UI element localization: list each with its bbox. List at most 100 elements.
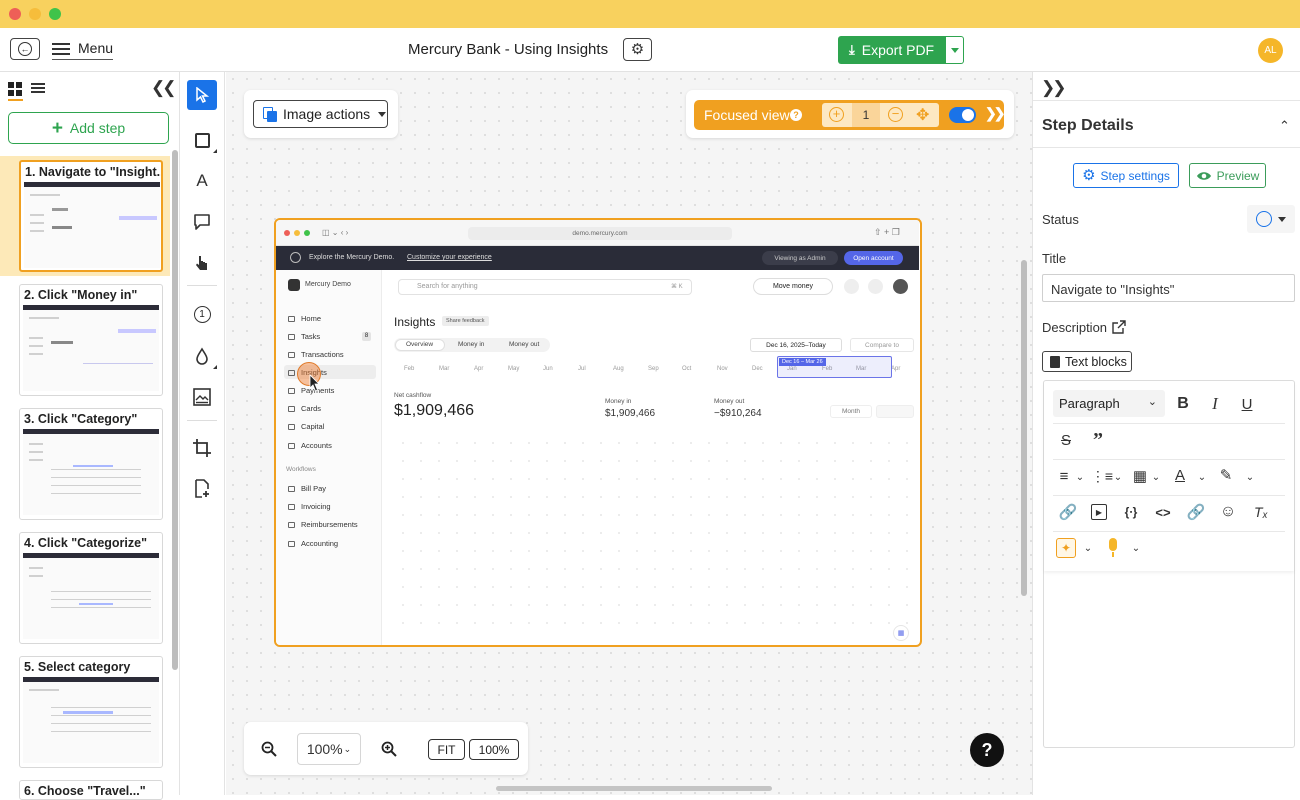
external-link-icon[interactable]: [1112, 320, 1126, 334]
date-range-picker[interactable]: Dec 16, 2025–Today: [750, 338, 842, 352]
description-text-area[interactable]: [1044, 571, 1294, 747]
step-card[interactable]: 3. Click "Category": [19, 408, 163, 520]
step-card[interactable]: 2. Click "Money in": [19, 284, 163, 396]
zoom-out-icon[interactable]: [261, 741, 277, 757]
help-button[interactable]: ?: [970, 733, 1004, 767]
underline-icon[interactable]: U: [1235, 392, 1259, 416]
step-card[interactable]: 5. Select category: [19, 656, 163, 768]
callout-tool-button[interactable]: [187, 207, 217, 237]
list-view-toggle[interactable]: [31, 83, 45, 94]
step-link-icon[interactable]: 🔗: [1184, 500, 1208, 524]
crop-tool-button[interactable]: [187, 433, 217, 463]
italic-icon[interactable]: I: [1203, 392, 1227, 416]
minimize-window-button[interactable]: [29, 8, 41, 20]
chart-type-toggle[interactable]: [876, 405, 914, 418]
close-window-button[interactable]: [9, 8, 21, 20]
clear-formatting-icon[interactable]: Tₓ: [1249, 500, 1273, 524]
canvas-vertical-scrollbar[interactable]: [1021, 260, 1027, 596]
ai-sparkle-icon[interactable]: ✦: [1056, 538, 1076, 558]
chevron-up-icon[interactable]: ⌃: [1279, 118, 1290, 134]
video-embed-icon[interactable]: ▶: [1087, 500, 1111, 524]
text-tool-button[interactable]: A: [187, 166, 217, 196]
strikethrough-icon[interactable]: S: [1054, 428, 1078, 452]
chevron-down-icon[interactable]: ⌄: [1068, 465, 1092, 489]
nav-transactions[interactable]: Transactions: [288, 350, 344, 359]
export-dropdown-toggle[interactable]: [946, 37, 963, 63]
chevron-down-icon[interactable]: ⌄: [1238, 465, 1262, 489]
nav-home[interactable]: Home: [288, 314, 321, 323]
nav-capital[interactable]: Capital: [288, 422, 324, 431]
add-step-button[interactable]: + Add step: [8, 112, 169, 144]
timeline-selection[interactable]: Dec 16 – Mar 26: [777, 356, 892, 378]
browser-url-bar[interactable]: demo.mercury.com: [468, 227, 732, 240]
chevron-down-icon[interactable]: ⌄: [1106, 465, 1130, 489]
status-dropdown[interactable]: [1247, 205, 1295, 233]
nav-invoicing[interactable]: Invoicing: [288, 502, 331, 511]
text-color-icon[interactable]: A: [1168, 463, 1192, 487]
compare-to-picker[interactable]: Compare to: [850, 338, 914, 352]
step-card[interactable]: 6. Choose "Travel...": [19, 780, 163, 800]
preview-button[interactable]: Preview: [1189, 163, 1266, 188]
move-arrows-icon[interactable]: ✥: [916, 105, 929, 125]
mercury-search[interactable]: Search for anything ⌘ K: [398, 279, 692, 295]
step-settings-button[interactable]: ⚙ Step settings: [1073, 163, 1179, 188]
nav-accounts[interactable]: Accounts: [288, 441, 332, 450]
link-icon[interactable]: 🔗: [1056, 500, 1080, 524]
banner-link[interactable]: Customize your experience: [407, 254, 492, 261]
open-account-button[interactable]: Open account: [844, 251, 903, 265]
nav-cards[interactable]: Cards: [288, 404, 321, 413]
rectangle-tool-button[interactable]: [187, 125, 217, 155]
menu-button[interactable]: Menu: [52, 40, 114, 60]
bold-icon[interactable]: B: [1171, 392, 1195, 416]
title-input[interactable]: Navigate to "Insights": [1042, 274, 1295, 302]
tab-overview[interactable]: Overview: [406, 341, 433, 348]
zoom-in-circle-icon[interactable]: +: [829, 107, 844, 122]
emoji-icon[interactable]: ☺: [1216, 500, 1240, 524]
blur-tool-button[interactable]: [187, 341, 217, 371]
tab-money-out[interactable]: Money out: [509, 341, 539, 348]
expand-panel-right-icon[interactable]: ❯❯: [1041, 78, 1066, 98]
step-screenshot[interactable]: ◫ ⌄ ‹ › demo.mercury.com ⇧ + ❐ Explore t…: [274, 218, 922, 647]
chevron-down-icon[interactable]: ⌄: [1076, 536, 1100, 560]
canvas-horizontal-scrollbar[interactable]: [496, 786, 772, 791]
highlighter-icon[interactable]: ✎: [1214, 463, 1238, 487]
viewing-as-dropdown[interactable]: Viewing as Admin: [762, 251, 838, 265]
collapse-panel-left-icon[interactable]: ❮❮: [151, 78, 176, 98]
image-tool-button[interactable]: [187, 382, 217, 412]
chevron-down-icon[interactable]: ⌄: [1124, 536, 1148, 560]
maximize-window-button[interactable]: [49, 8, 61, 20]
nav-reimbursements[interactable]: Reimbursements: [288, 520, 358, 529]
variable-icon[interactable]: {∙}: [1119, 500, 1143, 524]
image-actions-dropdown[interactable]: Image actions: [253, 100, 388, 128]
paragraph-style-dropdown[interactable]: Paragraph ⌄: [1053, 390, 1165, 417]
zoom-in-icon[interactable]: [381, 741, 397, 757]
text-blocks-button[interactable]: Text blocks: [1042, 351, 1132, 372]
help-circle-icon[interactable]: ?: [790, 109, 802, 121]
add-image-tool-button[interactable]: [187, 474, 217, 504]
nav-bill-pay[interactable]: Bill Pay: [288, 484, 326, 493]
share-feedback-button[interactable]: Share feedback: [442, 316, 489, 326]
code-icon[interactable]: <>: [1151, 500, 1175, 524]
interval-dropdown[interactable]: Month: [830, 405, 872, 418]
click-tool-button[interactable]: [187, 248, 217, 278]
double-chevron-right-icon[interactable]: ❯❯: [985, 105, 1006, 122]
grid-view-toggle[interactable]: [8, 82, 23, 101]
fit-button[interactable]: FIT: [428, 739, 465, 760]
step-card[interactable]: 4. Click "Categorize": [19, 532, 163, 644]
document-settings-button[interactable]: ⚙: [623, 38, 652, 61]
nav-tasks[interactable]: Tasks: [288, 332, 320, 341]
zoom-100-button[interactable]: 100%: [469, 739, 519, 760]
select-tool-button[interactable]: [187, 80, 217, 110]
quote-icon[interactable]: ”: [1086, 428, 1110, 452]
zoom-out-circle-icon[interactable]: −: [888, 107, 903, 122]
nav-accounting[interactable]: Accounting: [288, 539, 338, 548]
tab-money-in[interactable]: Money in: [458, 341, 484, 348]
number-tool-button[interactable]: 1: [187, 299, 217, 329]
user-avatar[interactable]: AL: [1258, 38, 1283, 63]
zoom-level-dropdown[interactable]: 100% ⌄: [297, 733, 361, 765]
back-button[interactable]: ←: [10, 38, 40, 60]
focused-view-toggle[interactable]: [949, 107, 976, 123]
org-name[interactable]: Mercury Demo: [305, 281, 351, 288]
move-money-button[interactable]: Move money: [753, 278, 833, 295]
chevron-down-icon[interactable]: ⌄: [1190, 465, 1214, 489]
